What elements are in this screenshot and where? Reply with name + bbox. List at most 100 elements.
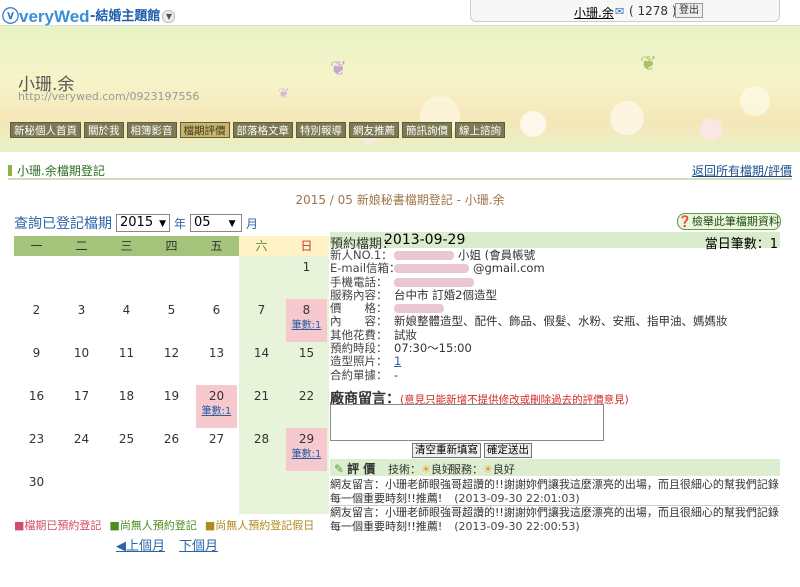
day-number: 26 — [163, 432, 180, 446]
calendar-day: 20 筆數:1 — [194, 385, 239, 428]
day-number: 17 — [73, 389, 90, 403]
calendar-day — [104, 256, 149, 299]
section-title: 小珊.余檔期登記 — [8, 162, 105, 179]
field-value: 小姐 (會員帳號 — [394, 249, 535, 262]
day-number: 8 — [302, 303, 311, 317]
calendar-day: 29 筆數:1 — [284, 428, 329, 471]
weekday-header: 二 — [59, 236, 104, 256]
day-number: 18 — [118, 389, 135, 403]
booking-count-link[interactable]: 筆數:1 — [194, 402, 239, 417]
booking-detail: 預約檔期： 2013-09-29 當日筆數：1 新人NO.1： 小姐 (會員帳號 E… — [330, 232, 780, 533]
calendar-day: 22 — [284, 385, 329, 428]
chevron-down-icon[interactable]: ▼ — [162, 10, 176, 23]
booking-field: 合約單據： - — [330, 368, 780, 382]
calendar-day: 28 — [239, 428, 284, 471]
calendar-day: 13 — [194, 342, 239, 385]
nav-tab[interactable]: 新秘個人首頁 — [10, 122, 81, 138]
calendar-day: 5 — [149, 299, 194, 342]
nav-tab[interactable]: 部落格文章 — [232, 122, 293, 138]
logout-button[interactable]: 登出 — [675, 3, 703, 18]
calendar-legend: ■檔期已預約登記 ■尚無人預約登記 ■尚無人預約登記假日 — [14, 517, 314, 533]
nav-tab[interactable]: 網友推薦 — [349, 122, 399, 138]
booking-date: 2013-09-29 — [384, 232, 466, 248]
comment: 網友留言：小珊老師眼強哥超讚的!!謝謝妳們讓我這麼漂亮的出場，而且很細心的幫我們… — [330, 478, 779, 505]
year-select[interactable]: 2015 ▼ — [116, 214, 171, 232]
calendar-day — [14, 256, 59, 299]
day-number: 21 — [253, 389, 270, 403]
nav-tab[interactable]: 檔期評價 — [179, 122, 230, 138]
redacted-text — [394, 304, 444, 314]
butterfly-decoration: ❦ — [278, 86, 290, 102]
evaluation-bar: ✎ 評 價 技術：☀良好 服務：☀良好 — [330, 459, 780, 476]
legend-booked: ■檔期已預約登記 — [14, 519, 102, 532]
booking-field: 手機電話： — [330, 275, 780, 289]
booking-count-link[interactable]: 筆數:1 — [284, 316, 329, 331]
day-number: 30 — [28, 475, 45, 489]
nav-tab[interactable]: 簡訊詢價 — [402, 122, 452, 138]
day-number: 7 — [257, 303, 266, 317]
field-label: 價 格： — [330, 301, 388, 316]
day-number: 1 — [302, 260, 311, 274]
clear-button[interactable]: 清空重新填寫 — [412, 443, 481, 458]
calendar-day: 4 — [104, 299, 149, 342]
calendar-day: 2 — [14, 299, 59, 342]
calendar-day: 19 — [149, 385, 194, 428]
day-number: 2 — [32, 303, 41, 317]
submit-button[interactable]: 確定送出 — [484, 443, 532, 458]
next-month-link[interactable]: 下個月 — [179, 535, 218, 554]
user-name-link[interactable]: 小珊.余 — [574, 4, 614, 21]
field-value[interactable]: 1 — [394, 355, 401, 368]
booking-fields: 新人NO.1： 小姐 (會員帳號 E-mail信箱： @gmail.com 手機電話：服… — [330, 248, 780, 382]
booking-count-link[interactable]: 筆數:1 — [284, 445, 329, 460]
calendar: 一二三四五六日 1 2 3 4 5 6 7 8 筆數:1 9 10 11 12 13 14 15 16 17 18 1… — [14, 236, 330, 514]
calendar-day — [104, 471, 149, 514]
mail-icon[interactable]: ✉ — [615, 5, 624, 18]
month-select[interactable]: 05 ▼ — [190, 214, 243, 232]
booking-field: 預約時段： 07:30～15:00 — [330, 341, 780, 355]
service-rating: 良好 — [492, 463, 515, 476]
site-logo[interactable]: ⓥveryWed — [2, 2, 90, 27]
back-link[interactable]: 返回所有檔期/評價 — [692, 162, 792, 179]
weekday-header: 日 — [284, 236, 329, 256]
booking-field: 其他花費： 試妝 — [330, 327, 780, 342]
leaf-icon: ✎ — [334, 462, 345, 476]
calendar-caption: 2015 / 05 新娘秘書檔期登記 - 小珊.余 — [295, 193, 505, 207]
calendar-day — [149, 256, 194, 299]
nav-tab[interactable]: 特別報導 — [296, 122, 346, 138]
prev-month-link[interactable]: ◀上個月 — [116, 535, 165, 554]
weekday-header: 三 — [104, 236, 149, 256]
calendar-day — [149, 471, 194, 514]
booking-title-bar: 預約檔期： 2013-09-29 當日筆數：1 — [330, 232, 780, 252]
banner-url: http://verywed.com/0923197556 — [18, 90, 200, 103]
report-button[interactable]: ❓檢舉此筆檔期資料 — [677, 213, 781, 230]
field-label: 造型照片： — [330, 354, 388, 369]
query-bar: 查詢已登記檔期 2015 ▼ 年 05 ▼ 月 — [14, 213, 258, 233]
butterfly-decoration: ❦ — [330, 56, 347, 80]
nav-tab[interactable]: 線上諮詢 — [455, 122, 505, 138]
calendar-day: 24 — [59, 428, 104, 471]
day-number: 16 — [28, 389, 45, 403]
calendar-day: 14 — [239, 342, 284, 385]
calendar-day: 10 — [59, 342, 104, 385]
calendar-day: 27 — [194, 428, 239, 471]
message-textarea[interactable] — [330, 404, 604, 441]
top-bar: ⓥveryWed -結婚主題館 ▼ 小珊.余 ✉ ( 1278 ) 登出 — [0, 0, 800, 26]
field-label: 其他花費： — [330, 327, 388, 342]
weekday-header: 一 — [14, 236, 59, 256]
month-unit: 月 — [246, 216, 259, 231]
site-title[interactable]: -結婚主題館 ▼ — [90, 5, 176, 24]
section-header: 小珊.余檔期登記 返回所有檔期/評價 — [8, 160, 792, 180]
nav-tab[interactable]: 相簿影音 — [126, 122, 177, 138]
redacted-text — [394, 251, 454, 260]
message-count[interactable]: ( 1278 ) — [629, 4, 677, 18]
nav-tab[interactable]: 關於我 — [84, 122, 124, 138]
banner: ❦ ❦ ❦ 小珊.余 http://verywed.com/0923197556… — [0, 26, 800, 152]
query-label: 查詢已登記檔期 — [14, 216, 112, 232]
redacted-text — [394, 264, 469, 274]
year-unit: 年 — [174, 216, 187, 231]
day-number: 10 — [73, 346, 90, 360]
weekday-header: 五 — [194, 236, 239, 256]
day-number: 22 — [298, 389, 315, 403]
comment: 網友留言：小珊老師眼強哥超讚的!!謝謝妳們讓我這麼漂亮的出場，而且很細心的幫我們… — [330, 506, 779, 533]
calendar-day: 3 — [59, 299, 104, 342]
